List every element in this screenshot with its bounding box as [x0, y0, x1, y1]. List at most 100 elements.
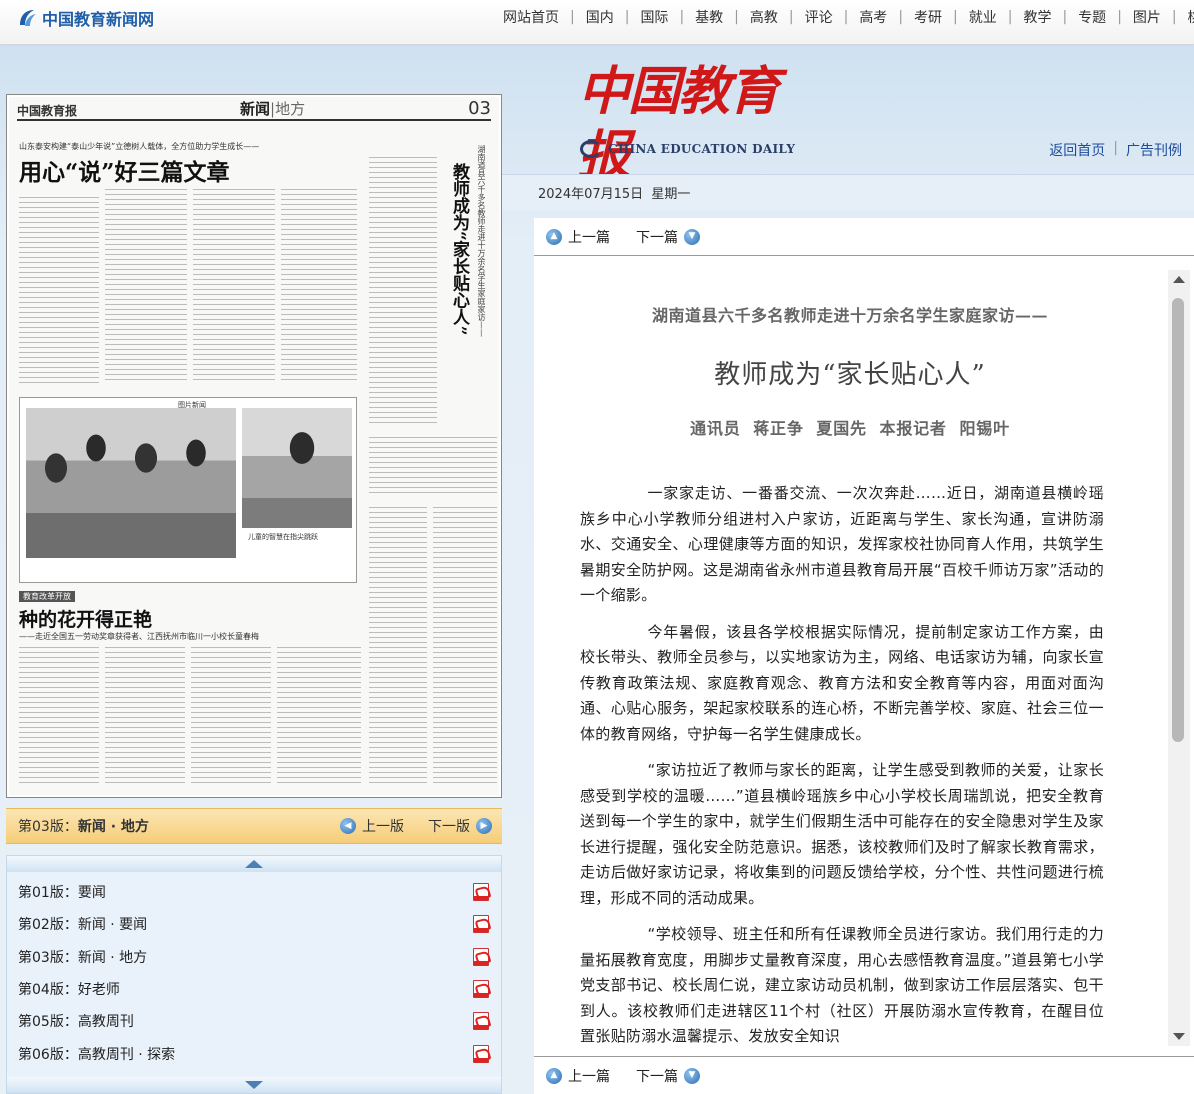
- pdf-icon[interactable]: [473, 980, 489, 999]
- edition-scroll-up-button[interactable]: [7, 856, 501, 872]
- edition-item[interactable]: 第04版：好老师: [7, 973, 501, 1005]
- np-text-column: [433, 507, 497, 787]
- article-kicker: 湖南道县六千多名教师走进十万余名学生家庭家访——: [651, 306, 1048, 325]
- prev-article-label: 上一篇: [568, 1068, 610, 1085]
- pdf-icon[interactable]: [473, 883, 489, 902]
- masthead-emblem-icon: [580, 140, 602, 158]
- prev-page-label: 上一版: [362, 819, 404, 835]
- np-vertical-subhead: 湖南道县六千多名教师走进十万余名学生家庭家访——: [477, 145, 486, 337]
- edition-item[interactable]: 第02版：新闻 · 要闻: [7, 908, 501, 940]
- article-paragraph: “学校领导、班主任和所有任课教师全员进行家访。我们用行走的力量拓展教育宽度，用脚…: [580, 925, 1104, 1045]
- np-text-column: [369, 437, 497, 497]
- next-article-button-bottom[interactable]: 下一篇 ▼: [636, 1066, 700, 1086]
- site-logo-icon: [20, 10, 36, 26]
- article-body[interactable]: 湖南道县六千多名教师走进十万余名学生家庭家访—— 教师成为“家长贴心人” 通讯员…: [534, 268, 1166, 1048]
- edition-item[interactable]: 第01版：要闻: [7, 876, 501, 908]
- section-bar: 第03版：新闻 · 地方 ◀ 上一版 下一版 ▶: [6, 808, 502, 844]
- edition-label: 第02版：新闻 · 要闻: [18, 917, 148, 934]
- article-scrollbar[interactable]: [1168, 270, 1190, 1046]
- edition-scroll-down-button[interactable]: [7, 1077, 501, 1093]
- next-page-label: 下一版: [428, 819, 470, 835]
- prev-article-label: 上一篇: [568, 229, 610, 246]
- edition-label: 第04版：好老师: [18, 982, 120, 999]
- site-logo[interactable]: 中国教育新闻网: [16, 6, 154, 30]
- prev-page-button[interactable]: ◀ 上一版: [340, 816, 404, 836]
- back-home-link[interactable]: 返回首页: [1049, 140, 1105, 160]
- pdf-icon[interactable]: [473, 915, 489, 934]
- nav-item[interactable]: 教学: [1012, 7, 1062, 27]
- np-text-column: [281, 189, 357, 383]
- edition-item[interactable]: 第06版：高教周刊 · 探索: [7, 1037, 501, 1069]
- triangle-down-icon: [245, 1081, 263, 1089]
- nav-item[interactable]: 考研: [903, 7, 953, 27]
- arrow-up-icon: ▲: [546, 1067, 562, 1084]
- current-section-name: 新闻 · 地方: [77, 819, 149, 835]
- nav-item[interactable]: 高考: [848, 7, 898, 27]
- top-header: 中国教育新闻网 网站首页 | 国内 | 国际 | 基教 | 高教 | 评论 | 高考 | 考研 | 就业 | 教学 |…: [0, 0, 1194, 45]
- next-article-label: 下一篇: [636, 229, 678, 246]
- ads-link[interactable]: 广告刊例: [1126, 140, 1182, 160]
- nav-item[interactable]: 桃李: [1177, 7, 1194, 27]
- next-article-button[interactable]: 下一篇 ▼: [636, 227, 700, 247]
- scrollbar-thumb[interactable]: [1172, 298, 1184, 742]
- newspaper-page-image[interactable]: 中国教育报 新闻|地方 03 山东泰安构建“泰山少年说”立德树人载体，全方位助力…: [9, 97, 499, 795]
- scroll-down-arrow-icon[interactable]: [1173, 1033, 1185, 1040]
- nav-item[interactable]: 基教: [684, 7, 734, 27]
- edition-item[interactable]: 第05版：高教周刊: [7, 1005, 501, 1037]
- prev-article-button-bottom[interactable]: ▲ 上一篇: [546, 1066, 610, 1086]
- masthead-links: 返回首页 | 广告刊例: [1049, 140, 1182, 160]
- np-headline-2[interactable]: 种的花开得正艳: [19, 605, 152, 632]
- next-page-button[interactable]: 下一版 ▶: [428, 816, 492, 836]
- nav-item[interactable]: 高教: [739, 7, 789, 27]
- nav-item[interactable]: 图片: [1122, 7, 1172, 27]
- article-byline: 通讯员 蒋正争 夏国先 本报记者 阳锡叶: [690, 419, 1010, 438]
- edition-label: 第03版：新闻 · 地方: [18, 949, 148, 966]
- edition-list-panel: 第01版：要闻 第02版：新闻 · 要闻 第03版：新闻 · 地方 第04版：好老师第…: [6, 855, 502, 1094]
- article-pane: ▲ 上一篇 下一篇 ▼ 湖南道县六千多名教师走进十万余名学生家庭家访—— 教师成…: [534, 218, 1194, 1094]
- nav-item[interactable]: 国际: [629, 7, 679, 27]
- pdf-icon[interactable]: [473, 1044, 489, 1063]
- nav-item[interactable]: 就业: [958, 7, 1008, 27]
- np-section: 新闻|地方: [240, 100, 306, 118]
- top-nav: 网站首页|国内|国际|基教|高教|评论|高考|考研|就业|教学|专题|图片|桃李: [492, 7, 1194, 27]
- np-page-number: 03: [468, 98, 491, 119]
- edition-label: 第01版：要闻: [18, 885, 106, 902]
- masthead-name-cn: 中国教育报: [578, 61, 780, 186]
- prev-article-button[interactable]: ▲ 上一篇: [546, 227, 610, 247]
- nav-item[interactable]: 专题: [1067, 7, 1117, 27]
- arrow-down-icon: ▼: [684, 228, 700, 245]
- article-nav-bottom: ▲ 上一篇 下一篇 ▼: [534, 1056, 1194, 1094]
- newspaper-page-panel[interactable]: 中国教育报 新闻|地方 03 山东泰安构建“泰山少年说”立德树人载体，全方位助力…: [6, 94, 502, 798]
- np-vertical-headline[interactable]: 教师成为“家长贴心人”: [449, 163, 469, 336]
- edition-item[interactable]: 第03版：新闻 · 地方: [7, 941, 501, 973]
- article-nav-top: ▲ 上一篇 下一篇 ▼: [534, 218, 1194, 256]
- edition-label: 第06版：高教周刊 · 探索: [18, 1046, 176, 1063]
- np-text-column: [19, 197, 99, 383]
- site-logo-text: 中国教育新闻网: [42, 10, 155, 29]
- triangle-up-icon: [245, 860, 263, 868]
- article-paragraph: 今年暑假，该县各学校根据实际情况，提前制定家访工作方案，由校长带头、教师全员参与…: [580, 622, 1104, 743]
- np-kicker-1: 山东泰安构建“泰山少年说”立德树人载体，全方位助力学生成长——: [19, 142, 260, 151]
- np-text-column: [277, 647, 361, 787]
- nav-item[interactable]: 评论: [794, 7, 844, 27]
- arrow-down-icon: ▼: [684, 1067, 700, 1084]
- arrow-left-icon: ◀: [340, 818, 356, 834]
- nav-item[interactable]: 网站首页: [492, 7, 570, 27]
- masthead-name-en: CHINA EDUCATION DAILY: [608, 142, 796, 156]
- edition-list: 第01版：要闻 第02版：新闻 · 要闻 第03版：新闻 · 地方 第04版：好老师第…: [7, 876, 501, 1077]
- scroll-up-arrow-icon[interactable]: [1173, 276, 1185, 283]
- np-subhead-2: ——走近全国五一劳动奖章获得者、江西抚州市临川一小校长童春梅: [19, 632, 259, 641]
- nav-item[interactable]: 国内: [575, 7, 625, 27]
- np-headline-1[interactable]: 用心“说”好三篇文章: [19, 153, 229, 187]
- np-text-column: [19, 647, 99, 787]
- np-photo-block[interactable]: 图片新闻 儿童的智慧在指尖跳跃: [19, 397, 357, 583]
- np-photo-caption-2: 儿童的智慧在指尖跳跃: [248, 533, 318, 541]
- np-photo-main: [26, 408, 236, 558]
- np-text-column: [105, 189, 187, 383]
- np-text-column: [193, 189, 275, 383]
- edition-label: 第05版：高教周刊: [18, 1014, 134, 1031]
- pdf-icon[interactable]: [473, 947, 489, 966]
- np-text-column: [105, 647, 185, 787]
- pdf-icon[interactable]: [473, 1012, 489, 1031]
- next-article-label: 下一篇: [636, 1068, 678, 1085]
